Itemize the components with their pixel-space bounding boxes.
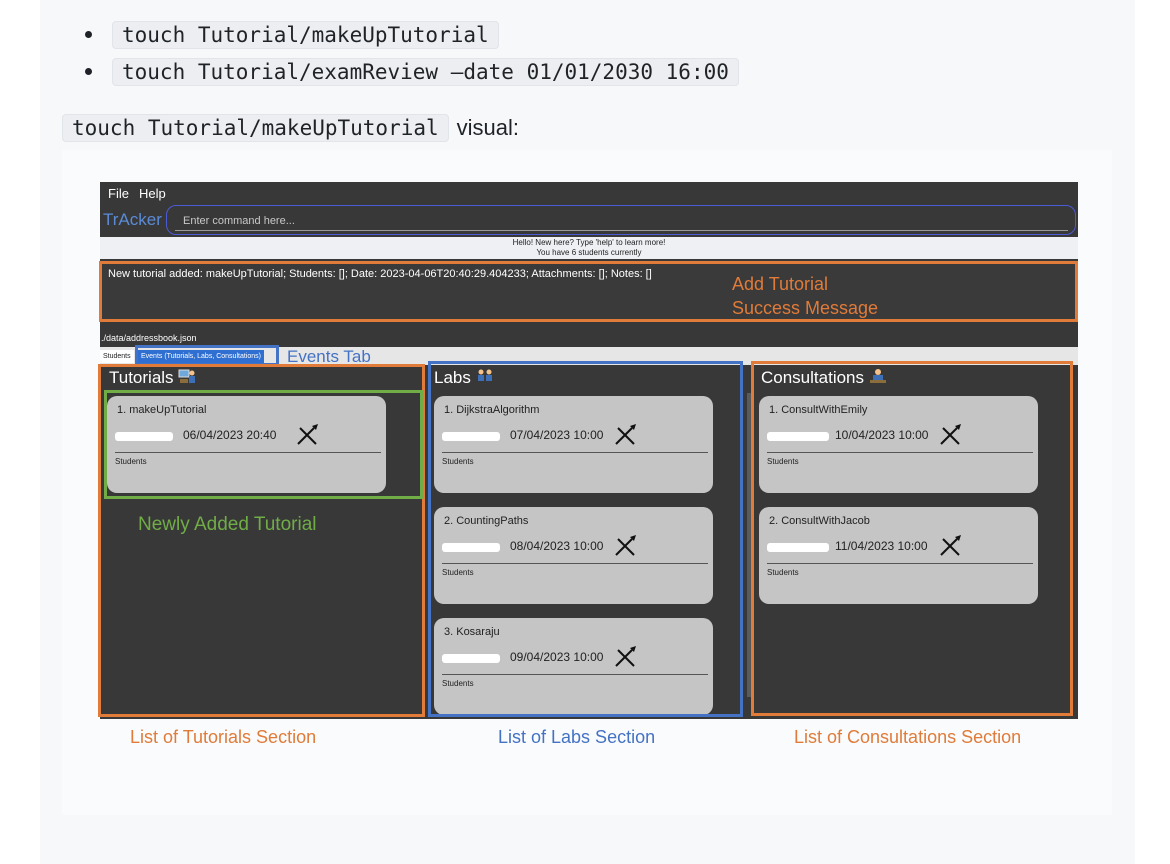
list-item: touch Tutorial/makeUpTutorial [80,16,739,53]
bullet-icon [85,68,92,75]
code-example: touch Tutorial/makeUpTutorial [62,114,449,142]
status-path: ./data/addressbook.json [100,332,1078,345]
events-tab-highlight [135,345,279,366]
annotation-line: Add Tutorial [732,274,829,294]
command-box [166,205,1076,235]
new-tutorial-highlight [104,390,423,499]
labs-section-highlight [428,361,743,717]
visual-caption: touch Tutorial/makeUpTutorial visual: [62,114,519,142]
menu-help[interactable]: Help [139,186,166,201]
caption-text: visual: [456,115,520,140]
example-list: touch Tutorial/makeUpTutorial touch Tuto… [80,16,739,90]
code-example: touch Tutorial/examReview —date 01/01/20… [112,57,739,86]
welcome-banner: Hello! New here? Type 'help' to learn mo… [100,237,1078,259]
annotation-line: Success Message [732,298,879,318]
success-message-highlight [99,261,1078,322]
add-tutorial-annotation: Add Tutorial Success Message [732,272,878,320]
tutorials-section-label: List of Tutorials Section [130,727,317,747]
student-count-line: You have 6 students currently [536,248,642,257]
newly-added-annotation: Newly Added Tutorial [138,514,317,535]
command-row: TrAcker [100,204,1078,236]
tab-students[interactable]: Students [100,350,134,363]
bullet-icon [85,31,92,38]
app-brand: TrAcker [103,210,162,229]
welcome-line: Hello! New here? Type 'help' to learn mo… [512,238,666,247]
code-example: touch Tutorial/makeUpTutorial [112,20,499,49]
command-input[interactable] [175,211,1068,231]
labs-section-label: List of Labs Section [498,727,656,747]
list-item: touch Tutorial/examReview —date 01/01/20… [80,53,739,90]
consultations-section-highlight [751,361,1073,716]
consultations-section-label: List of Consultations Section [794,727,1022,747]
menu-file[interactable]: File [108,186,129,201]
menu-bar: File Help [100,182,1078,204]
